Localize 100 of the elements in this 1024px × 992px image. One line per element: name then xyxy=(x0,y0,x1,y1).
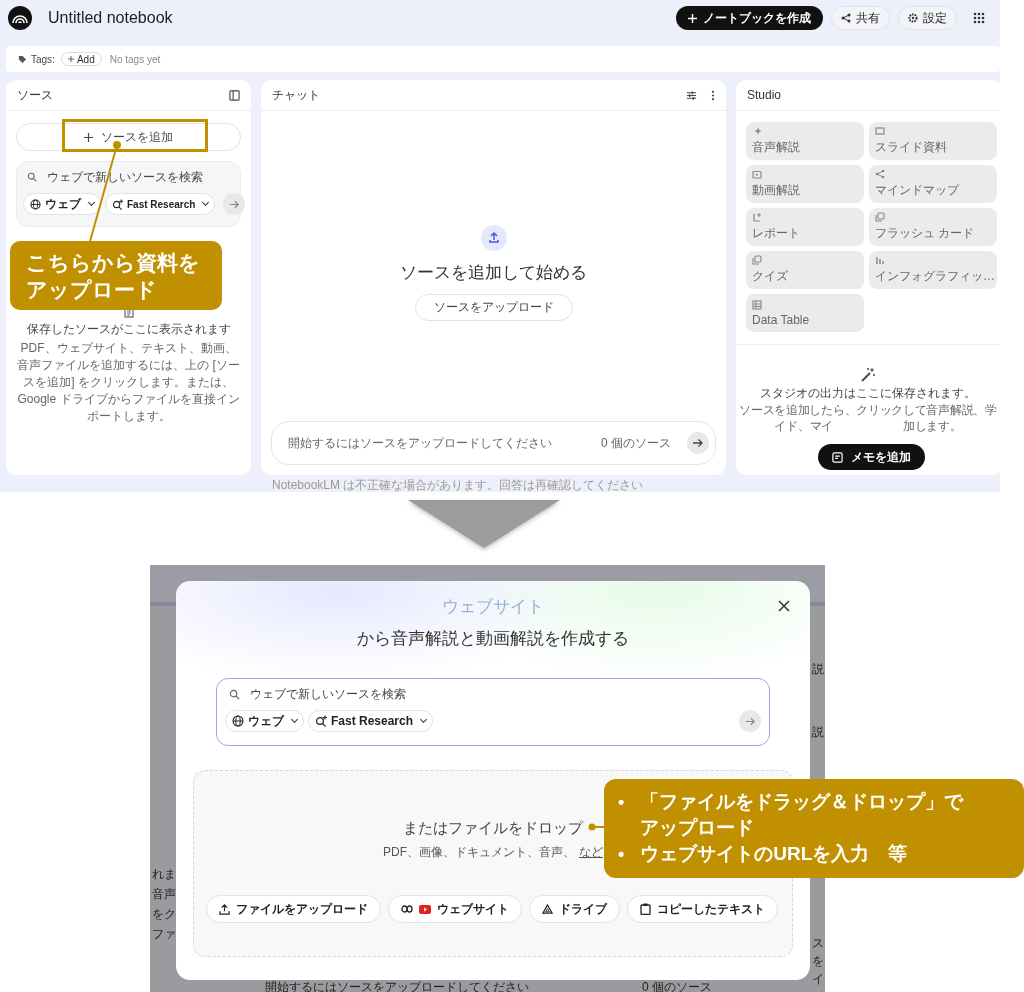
background-text: 説 xyxy=(812,726,824,739)
source-option-button[interactable]: ファイルをアップロード xyxy=(206,895,381,923)
plus-icon xyxy=(84,132,93,142)
empty-state-text: イド、マイ xyxy=(774,418,833,434)
bullet: • xyxy=(618,843,625,866)
empty-state-text: ソースを追加したら、クリックして音声解説、学 xyxy=(739,402,997,418)
chat-input[interactable]: 開始するにはソースをアップロードしてください 0 個のソース xyxy=(271,421,716,465)
share-icon xyxy=(841,13,851,23)
settings-button[interactable]: 設定 xyxy=(898,6,957,30)
research-mode-dropdown[interactable]: Fast Research xyxy=(105,193,216,215)
notebook-title: Untitled notebook xyxy=(48,9,173,27)
share-button[interactable]: 共有 xyxy=(831,6,890,30)
create-notebook-button[interactable]: ノートブックを作成 xyxy=(676,6,823,30)
search-field[interactable]: ウェブで新しいソースを検索 xyxy=(250,687,650,701)
tag-icon xyxy=(18,54,27,64)
submit-button[interactable] xyxy=(739,710,761,732)
panel-title: Studio xyxy=(747,88,782,102)
send-button[interactable] xyxy=(687,432,709,454)
upload-icon xyxy=(480,225,507,251)
studio-tile[interactable]: インフォグラフィッ… xyxy=(869,251,997,289)
note-icon xyxy=(832,451,843,463)
panel-title: チャット xyxy=(272,86,320,104)
no-tags-text: No tags yet xyxy=(109,53,161,65)
cards-icon xyxy=(752,255,762,265)
disclaimer-text: NotebookLM は不正確な場合があります。回答は再確認してください xyxy=(272,477,644,492)
background-text: イ xyxy=(812,973,824,986)
arrow-right-icon xyxy=(692,437,704,449)
empty-state-title: ソースを追加して始める xyxy=(400,262,587,284)
source-type-dropdown[interactable]: ウェブ xyxy=(225,710,304,732)
studio-tile[interactable]: 動画解説 xyxy=(746,165,864,203)
add-tag-button[interactable]: Add xyxy=(60,52,102,66)
file-types-text: PDF、画像、ドキュメント、音声、 xyxy=(383,844,575,861)
dialog-title: から音声解説と動画解説を作成する xyxy=(357,628,629,650)
background-text: れま xyxy=(152,868,176,881)
globe-icon xyxy=(232,715,244,727)
cards-icon xyxy=(875,212,885,222)
add-note-button[interactable]: メモを追加 xyxy=(818,444,925,470)
search-icon xyxy=(229,688,240,700)
empty-state-text: PDF、ウェブサイト、テキスト、動画、音声ファイルを追加するには、上の [ソースを追加] をクリックします。または、Google ドライブからファイルを直接インポートします。 xyxy=(16,340,241,425)
search-icon xyxy=(27,172,37,182)
studio-tile[interactable]: フラッシュ カード xyxy=(869,208,997,246)
source-option-button[interactable]: ドライブ xyxy=(529,895,620,923)
submit-button[interactable] xyxy=(223,193,246,215)
more-link[interactable]: など xyxy=(579,844,603,861)
background-text: ファ xyxy=(152,928,176,941)
plus-icon xyxy=(688,13,697,23)
apps-icon[interactable] xyxy=(973,12,985,24)
video-play-icon xyxy=(419,904,431,914)
background-text: 説 xyxy=(812,663,824,676)
document-icon xyxy=(752,212,762,222)
background-text: を xyxy=(812,955,824,968)
upload-icon xyxy=(219,903,230,915)
video-icon xyxy=(752,169,762,179)
more-icon[interactable] xyxy=(711,89,715,101)
magic-wand-icon xyxy=(860,367,876,383)
studio-tile[interactable]: スライド資料 xyxy=(869,122,997,160)
add-source-button[interactable]: ソースを追加 xyxy=(16,123,241,151)
bullet: • xyxy=(618,791,625,814)
slide-icon xyxy=(875,126,885,136)
empty-state-title: スタジオの出力はここに保存されます。 xyxy=(760,385,976,402)
close-icon[interactable] xyxy=(778,600,790,612)
search-sparkle-icon xyxy=(315,715,327,727)
studio-tile[interactable]: クイズ xyxy=(746,251,864,289)
panel-title: ソース xyxy=(17,86,53,104)
settings-sliders-icon[interactable] xyxy=(686,89,697,101)
sidebar-toggle-icon[interactable] xyxy=(229,89,240,101)
arrow-right-icon xyxy=(744,715,756,727)
source-option-button[interactable]: コピーしたテキスト xyxy=(627,895,778,923)
drop-zone-title: またはファイルをドロップ xyxy=(403,819,583,838)
empty-state-title: 保存したソースがここに表示されます xyxy=(26,321,231,338)
background-text: ス xyxy=(812,937,824,950)
background-text: をク xyxy=(152,908,176,921)
bar-chart-icon xyxy=(875,255,885,265)
mind-map-icon xyxy=(875,169,885,179)
studio-tile[interactable]: 音声解説 xyxy=(746,122,864,160)
dialog-title-highlight: ウェブサイト xyxy=(442,596,544,618)
arrow-right-icon xyxy=(228,198,240,210)
tags-label: Tags: xyxy=(31,53,55,65)
settings-icon xyxy=(908,13,918,23)
source-option-button[interactable]: ウェブサイト xyxy=(388,895,522,923)
background-text: 音声 xyxy=(152,888,176,901)
plus-icon xyxy=(67,56,74,62)
empty-state-text: 加します。 xyxy=(903,418,962,434)
research-mode-dropdown[interactable]: Fast Research xyxy=(308,710,434,732)
studio-tile[interactable]: レポート xyxy=(746,208,864,246)
callout-text: こちらから資料を xyxy=(26,249,201,276)
upload-source-button[interactable]: ソースをアップロード xyxy=(414,294,573,321)
clipboard-icon xyxy=(640,903,651,915)
callout-text: アップロード xyxy=(26,276,158,303)
globe-icon xyxy=(30,198,41,210)
document-icon xyxy=(123,307,134,318)
studio-tile[interactable]: Data Table xyxy=(746,294,864,332)
search-sparkle-icon xyxy=(112,198,123,210)
background-text: 0 個のソース xyxy=(642,979,712,992)
studio-tile[interactable]: マインドマップ xyxy=(869,165,997,203)
link-icon xyxy=(401,905,413,913)
table-icon xyxy=(752,299,762,310)
logo-icon xyxy=(8,6,32,30)
source-type-dropdown[interactable]: ウェブ xyxy=(23,193,101,215)
triangle-icon xyxy=(542,903,553,915)
